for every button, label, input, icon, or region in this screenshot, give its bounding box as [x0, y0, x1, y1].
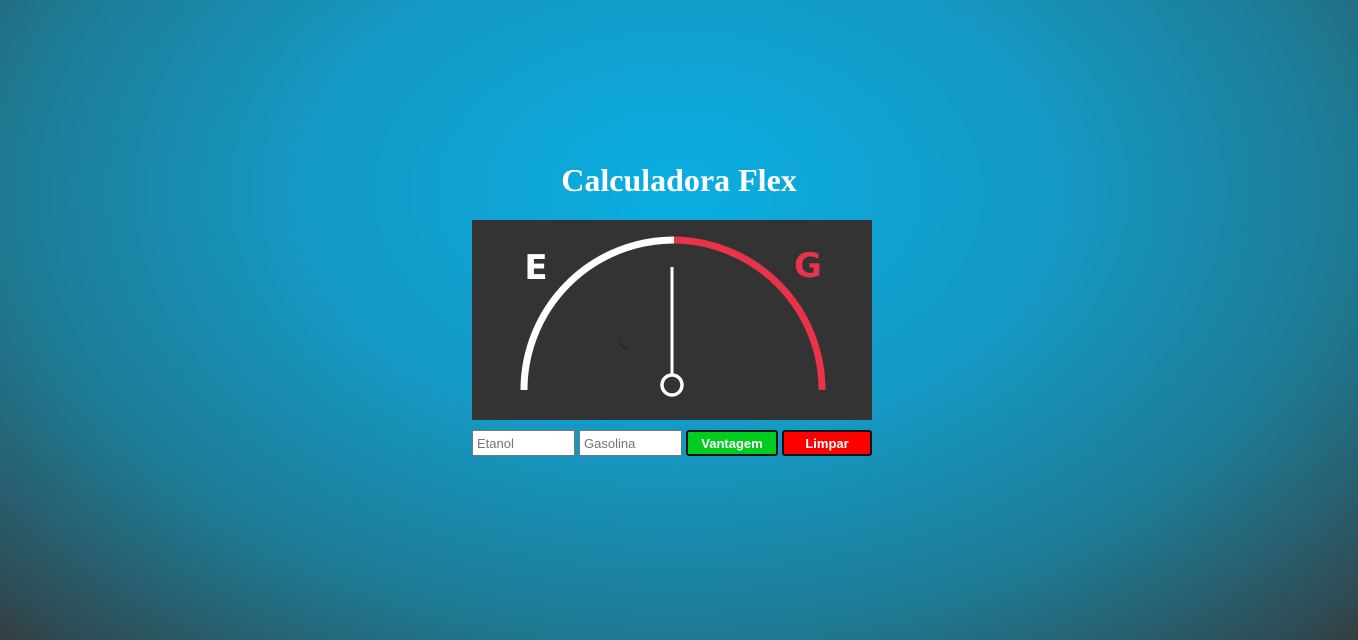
vantagem-button[interactable]: Vantagem — [686, 430, 778, 456]
calculator-form: Vantagem Limpar — [472, 430, 872, 456]
limpar-button[interactable]: Limpar — [782, 430, 872, 456]
gauge-needle-pivot — [660, 373, 684, 397]
fuel-gauge: E G — [472, 220, 872, 420]
fuel-gauge-graphic: E G — [520, 236, 826, 397]
gauge-tick-mark — [618, 342, 628, 351]
gauge-label-e: E — [524, 248, 547, 288]
etanol-input[interactable] — [472, 430, 575, 456]
page-title: Calculadora Flex — [561, 162, 797, 198]
gauge-label-g: G — [794, 246, 822, 286]
gasolina-input[interactable] — [579, 430, 682, 456]
